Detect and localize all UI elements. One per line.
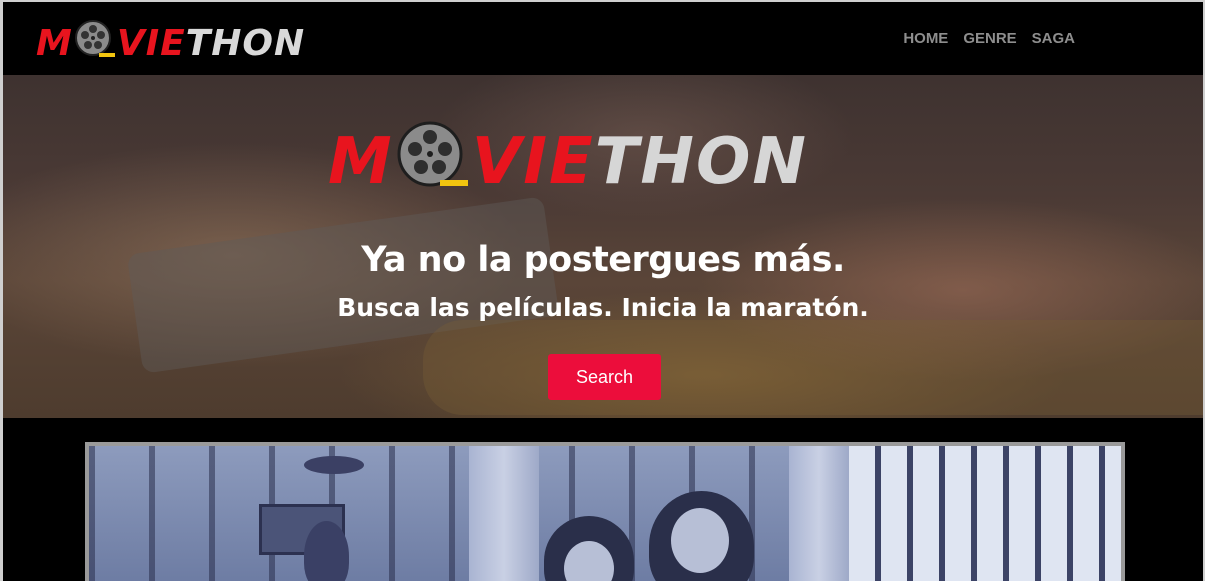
featured-image-window <box>849 446 1121 581</box>
nav-home[interactable]: HOME <box>903 30 948 47</box>
hero-subline: Busca las películas. Inicia la maratón. <box>337 293 869 322</box>
brand-letter-m: M <box>36 22 73 64</box>
hero-logo-letters-vie: VIE <box>471 125 595 199</box>
hero-logo: M VIE THON <box>328 120 808 204</box>
hero-banner: M VIE THON Ya no la postergues más. Busc… <box>3 75 1203 418</box>
hero-logo-letters-thon: THON <box>594 125 808 199</box>
hero-background-popcorn <box>423 320 1203 415</box>
nav-saga[interactable]: SAGA <box>1032 30 1075 47</box>
featured-movie-image[interactable] <box>85 442 1125 581</box>
featured-image-lamp <box>304 456 364 474</box>
brand-letters-vie: VIE <box>116 22 186 64</box>
hero-logo-letter-m: M <box>328 125 394 199</box>
search-button[interactable]: Search <box>548 354 661 400</box>
hero-headline: Ya no la postergues más. <box>361 240 845 280</box>
featured-image-curtain <box>469 446 539 581</box>
film-reel-icon <box>73 18 117 69</box>
nav-genre[interactable]: GENRE <box>963 30 1016 47</box>
main-nav: HOME GENRE SAGA <box>903 30 1075 47</box>
page: M VIE THON HOME GENRE SAGA M VIE THON Ya… <box>0 0 1205 581</box>
brand-logo[interactable]: M VIE THON <box>36 18 305 69</box>
featured-image-curtain <box>789 446 849 581</box>
film-reel-icon <box>394 120 472 204</box>
featured-image-child-face <box>671 508 729 573</box>
navbar: M VIE THON HOME GENRE SAGA <box>3 2 1203 75</box>
brand-letters-thon: THON <box>185 22 306 64</box>
